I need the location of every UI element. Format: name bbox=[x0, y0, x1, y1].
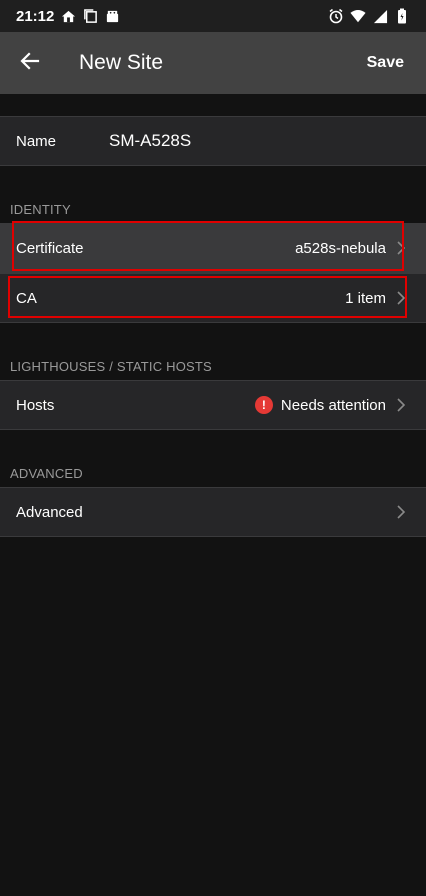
ca-row[interactable]: CA 1 item bbox=[0, 273, 426, 323]
certificate-label: Certificate bbox=[16, 239, 84, 257]
app-bar: New Site Save bbox=[0, 32, 426, 94]
back-arrow-icon bbox=[20, 51, 40, 76]
hosts-label: Hosts bbox=[16, 396, 55, 414]
chevron-right-icon bbox=[396, 241, 406, 255]
certificate-value: a528s-nebula bbox=[295, 239, 386, 257]
advanced-row[interactable]: Advanced bbox=[0, 487, 426, 537]
android-icon bbox=[104, 8, 120, 24]
lighthouses-header: LIGHTHOUSES / STATIC HOSTS bbox=[10, 359, 212, 374]
name-row[interactable]: Name SM-A528S bbox=[0, 116, 426, 166]
chevron-right-icon bbox=[396, 398, 406, 412]
name-label: Name bbox=[16, 132, 57, 150]
status-time: 21:12 bbox=[16, 7, 55, 25]
advanced-label: Advanced bbox=[16, 503, 83, 521]
alarm-icon bbox=[328, 8, 344, 24]
hosts-status: ! Needs attention bbox=[254, 396, 386, 414]
chevron-right-icon bbox=[396, 291, 406, 305]
wifi-icon bbox=[350, 8, 366, 24]
hosts-row[interactable]: Hosts ! Needs attention bbox=[0, 380, 426, 430]
save-button[interactable]: Save bbox=[367, 54, 404, 72]
status-bar: 21:12 bbox=[0, 0, 426, 32]
ca-label: CA bbox=[16, 289, 37, 307]
hosts-value: Needs attention bbox=[280, 396, 386, 414]
chevron-right-icon bbox=[396, 505, 406, 519]
ca-value: 1 item bbox=[345, 289, 386, 307]
page-title: New Site bbox=[79, 51, 164, 74]
home-icon bbox=[60, 8, 76, 24]
warning-icon: ! bbox=[254, 396, 273, 414]
signal-icon bbox=[372, 8, 388, 24]
identity-header: IDENTITY bbox=[10, 202, 71, 217]
battery-icon bbox=[394, 8, 410, 24]
advanced-header: ADVANCED bbox=[10, 466, 83, 481]
name-value[interactable]: SM-A528S bbox=[109, 131, 191, 151]
back-button[interactable] bbox=[0, 32, 60, 94]
certificate-row[interactable]: Certificate a528s-nebula bbox=[0, 223, 426, 273]
copy-icon bbox=[82, 8, 98, 24]
